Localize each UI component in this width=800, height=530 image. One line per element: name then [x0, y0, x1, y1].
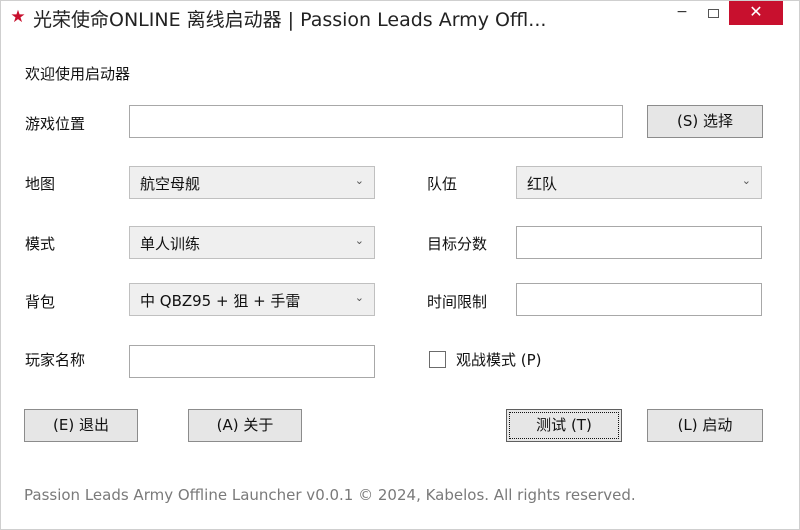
backpack-selected-value: 中 QBZ95 + 狙 + 手雷 [140, 292, 301, 310]
team-selected-value: 红队 [527, 175, 558, 193]
launcher-window: ★ 光荣使命ONLINE 离线启动器 | Passion Leads Army … [0, 0, 800, 530]
team-select[interactable]: 红队 ⌄ [516, 166, 762, 199]
copyright-footer: Passion Leads Army Offline Launcher v0.0… [24, 486, 636, 504]
mode-selected-value: 单人训练 [140, 235, 201, 253]
spectator-label[interactable]: 观战模式 (P) [456, 349, 542, 370]
exit-button[interactable]: (E) 退出 [24, 409, 138, 442]
backpack-label: 背包 [25, 293, 56, 311]
chevron-down-icon: ⌄ [354, 174, 364, 187]
chevron-down-icon: ⌄ [354, 234, 364, 247]
title-bar[interactable]: ★ 光荣使命ONLINE 离线启动器 | Passion Leads Army … [1, 1, 799, 33]
about-button[interactable]: (A) 关于 [188, 409, 302, 442]
player-name-label: 玩家名称 [25, 351, 86, 369]
maximize-icon [707, 9, 719, 18]
close-button[interactable]: ✕ [729, 1, 783, 25]
time-limit-input[interactable] [516, 283, 762, 316]
mode-select[interactable]: 单人训练 ⌄ [129, 226, 375, 259]
mode-label: 模式 [25, 235, 56, 253]
map-label: 地图 [25, 175, 56, 193]
test-button[interactable]: 测试 (T) [506, 409, 622, 442]
target-score-label: 目标分数 [427, 235, 488, 253]
star-icon: ★ [10, 7, 26, 27]
map-select[interactable]: 航空母舰 ⌄ [129, 166, 375, 199]
welcome-text: 欢迎使用启动器 [25, 65, 131, 83]
map-selected-value: 航空母舰 [140, 175, 201, 193]
game-location-input[interactable] [129, 105, 623, 138]
team-label: 队伍 [427, 175, 458, 193]
window-title: 光荣使命ONLINE 离线启动器 | Passion Leads Army Of… [33, 9, 547, 31]
maximize-button[interactable] [698, 1, 728, 25]
chevron-down-icon: ⌄ [354, 291, 364, 304]
backpack-select[interactable]: 中 QBZ95 + 狙 + 手雷 ⌄ [129, 283, 375, 316]
time-limit-label: 时间限制 [427, 293, 488, 311]
target-score-input[interactable] [516, 226, 762, 259]
browse-button[interactable]: (S) 选择 [647, 105, 763, 138]
player-name-input[interactable] [129, 345, 375, 378]
game-location-label: 游戏位置 [25, 115, 86, 133]
chevron-down-icon: ⌄ [741, 174, 751, 187]
launcher-form: 欢迎使用启动器 游戏位置 (S) 选择 地图 航空母舰 ⌄ 队伍 红队 ⌄ 模式… [9, 33, 791, 521]
minimize-button[interactable]: − [667, 1, 697, 25]
launch-button[interactable]: (L) 启动 [647, 409, 763, 442]
spectator-checkbox[interactable] [429, 351, 446, 368]
